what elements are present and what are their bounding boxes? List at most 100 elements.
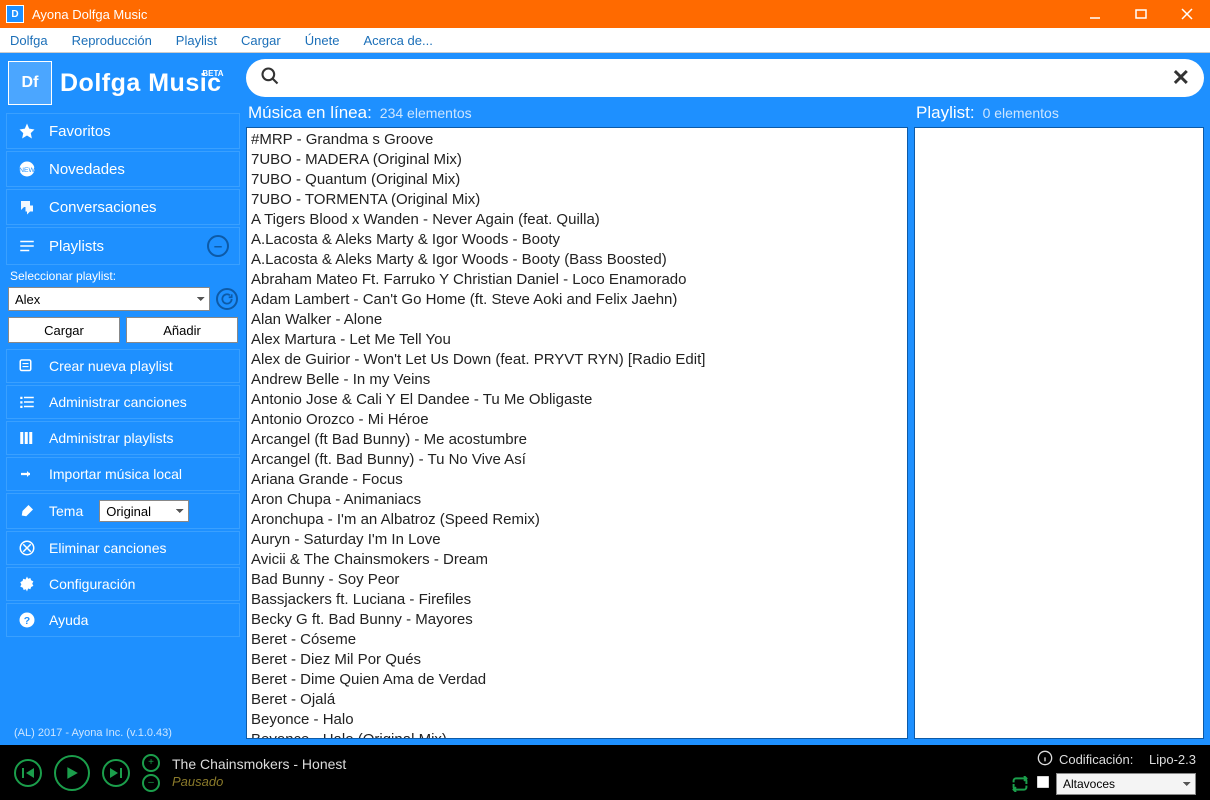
sidebar-footer: (AL) 2017 - Ayona Inc. (v.1.0.43)	[6, 721, 240, 739]
playlist-list[interactable]	[914, 127, 1204, 739]
tema-label: Tema	[49, 503, 83, 519]
song-item[interactable]: Avicii & The Chainsmokers - Dream	[251, 550, 903, 570]
online-count: 234 elementos	[380, 105, 472, 121]
song-item[interactable]: Ariana Grande - Focus	[251, 470, 903, 490]
tema-select[interactable]: Original	[99, 500, 189, 522]
brand-logo-icon: Df	[8, 61, 52, 105]
sidebar-item-importar[interactable]: Importar música local	[6, 457, 240, 491]
song-item[interactable]: Bad Bunny - Soy Peor	[251, 570, 903, 590]
sidebar-item-novedades[interactable]: NEW Novedades	[6, 151, 240, 187]
sidebar-label: Importar música local	[49, 466, 182, 482]
song-item[interactable]: Alex Martura - Let Me Tell You	[251, 330, 903, 350]
song-list[interactable]: #MRP - Grandma s Groove7UBO - MADERA (Or…	[246, 127, 908, 739]
song-item[interactable]: Beret - Dime Quien Ama de Verdad	[251, 670, 903, 690]
sidebar-label: Playlists	[49, 238, 104, 255]
volume-up-button[interactable]: +	[142, 754, 160, 772]
svg-text:?: ?	[24, 615, 30, 627]
sidebar-label: Administrar playlists	[49, 430, 173, 446]
sidebar-item-ayuda[interactable]: ? Ayuda	[6, 603, 240, 637]
sidebar-label: Eliminar canciones	[49, 540, 167, 556]
maximize-button[interactable]	[1118, 0, 1164, 28]
song-item[interactable]: Alan Walker - Alone	[251, 310, 903, 330]
song-item[interactable]: Arcangel (ft Bad Bunny) - Me acostumbre	[251, 430, 903, 450]
chat-icon	[17, 197, 37, 217]
song-item[interactable]: 7UBO - MADERA (Original Mix)	[251, 150, 903, 170]
main: ✕ Música en línea: 234 elementos #MRP - …	[246, 59, 1204, 739]
play-button[interactable]	[54, 755, 90, 791]
minimize-button[interactable]	[1072, 0, 1118, 28]
delete-icon	[17, 538, 37, 558]
gear-icon	[17, 574, 37, 594]
refresh-icon[interactable]	[216, 288, 238, 310]
song-item[interactable]: 7UBO - TORMENTA (Original Mix)	[251, 190, 903, 210]
sidebar-item-conversaciones[interactable]: Conversaciones	[6, 189, 240, 225]
search-icon	[260, 66, 280, 91]
select-playlist-label: Seleccionar playlist:	[6, 267, 240, 287]
menu-playlist[interactable]: Playlist	[164, 30, 229, 51]
app-body: Df Dolfga MusicBETA Favoritos NEW Noveda…	[0, 53, 1210, 745]
song-item[interactable]: Adam Lambert - Can't Go Home (ft. Steve …	[251, 290, 903, 310]
next-button[interactable]	[102, 759, 130, 787]
song-item[interactable]: Abraham Mateo Ft. Farruko Y Christian Da…	[251, 270, 903, 290]
repeat-icon[interactable]	[1010, 776, 1030, 792]
output-select[interactable]: Altavoces	[1056, 773, 1196, 795]
song-item[interactable]: Beyonce - Halo (Original Mix)	[251, 730, 903, 739]
menu-unete[interactable]: Únete	[293, 30, 352, 51]
song-item[interactable]: Arcangel (ft. Bad Bunny) - Tu No Vive As…	[251, 450, 903, 470]
menu-dolfga[interactable]: Dolfga	[4, 30, 60, 51]
song-item[interactable]: Becky G ft. Bad Bunny - Mayores	[251, 610, 903, 630]
codification: Codificación: Lipo-2.3	[1037, 750, 1196, 769]
collapse-icon[interactable]: –	[207, 235, 229, 257]
stop-icon[interactable]	[1036, 775, 1050, 794]
song-item[interactable]: Alex de Guirior - Won't Let Us Down (fea…	[251, 350, 903, 370]
cargar-button[interactable]: Cargar	[8, 317, 120, 343]
search-bar: ✕	[246, 59, 1204, 97]
song-item[interactable]: Aron Chupa - Animaniacs	[251, 490, 903, 510]
prev-button[interactable]	[14, 759, 42, 787]
song-item[interactable]: A.Lacosta & Aleks Marty & Igor Woods - B…	[251, 230, 903, 250]
song-item[interactable]: Andrew Belle - In my Veins	[251, 370, 903, 390]
song-item[interactable]: Auryn - Saturday I'm In Love	[251, 530, 903, 550]
song-item[interactable]: A.Lacosta & Aleks Marty & Igor Woods - B…	[251, 250, 903, 270]
song-item[interactable]: Beret - Diez Mil Por Qués	[251, 650, 903, 670]
sidebar-item-eliminar[interactable]: Eliminar canciones	[6, 531, 240, 565]
sidebar-label: Conversaciones	[49, 199, 157, 216]
sidebar-item-config[interactable]: Configuración	[6, 567, 240, 601]
song-item[interactable]: Bassjackers ft. Luciana - Firefiles	[251, 590, 903, 610]
sidebar-label: Administrar canciones	[49, 394, 187, 410]
help-icon: ?	[17, 610, 37, 630]
song-item[interactable]: Beyonce - Halo	[251, 710, 903, 730]
sidebar-item-favoritos[interactable]: Favoritos	[6, 113, 240, 149]
menu-acerca[interactable]: Acerca de...	[351, 30, 444, 51]
song-item[interactable]: Antonio Orozco - Mi Héroe	[251, 410, 903, 430]
close-button[interactable]	[1164, 0, 1210, 28]
playlist-select[interactable]: Alex	[8, 287, 210, 311]
online-title: Música en línea:	[248, 103, 372, 123]
song-item[interactable]: Antonio Jose & Cali Y El Dandee - Tu Me …	[251, 390, 903, 410]
song-item[interactable]: #MRP - Grandma s Groove	[251, 130, 903, 150]
menu-cargar[interactable]: Cargar	[229, 30, 293, 51]
menu-reproduccion[interactable]: Reproducción	[60, 30, 164, 51]
new-icon: NEW	[17, 159, 37, 179]
sidebar-item-playlists[interactable]: Playlists –	[6, 227, 240, 265]
svg-text:NEW: NEW	[19, 167, 35, 174]
now-playing-title: The Chainsmokers - Honest	[172, 755, 998, 773]
song-item[interactable]: Beret - Ojalá	[251, 690, 903, 710]
titlebar: D Ayona Dolfga Music	[0, 0, 1210, 28]
sidebar-item-admin-canciones[interactable]: Administrar canciones	[6, 385, 240, 419]
volume-down-button[interactable]: –	[142, 774, 160, 792]
anadir-button[interactable]: Añadir	[126, 317, 238, 343]
import-icon	[17, 464, 37, 484]
song-item[interactable]: Beret - Cóseme	[251, 630, 903, 650]
info-icon	[1037, 750, 1053, 769]
search-input[interactable]	[290, 70, 1162, 87]
brand-name: Dolfga MusicBETA	[60, 69, 222, 98]
sidebar-item-crear-playlist[interactable]: Crear nueva playlist	[6, 349, 240, 383]
brush-icon	[17, 501, 37, 521]
song-item[interactable]: A Tigers Blood x Wanden - Never Again (f…	[251, 210, 903, 230]
sidebar-label: Ayuda	[49, 612, 88, 628]
clear-search-icon[interactable]: ✕	[1172, 65, 1190, 91]
song-item[interactable]: 7UBO - Quantum (Original Mix)	[251, 170, 903, 190]
song-item[interactable]: Aronchupa - I'm an Albatroz (Speed Remix…	[251, 510, 903, 530]
sidebar-item-admin-playlists[interactable]: Administrar playlists	[6, 421, 240, 455]
